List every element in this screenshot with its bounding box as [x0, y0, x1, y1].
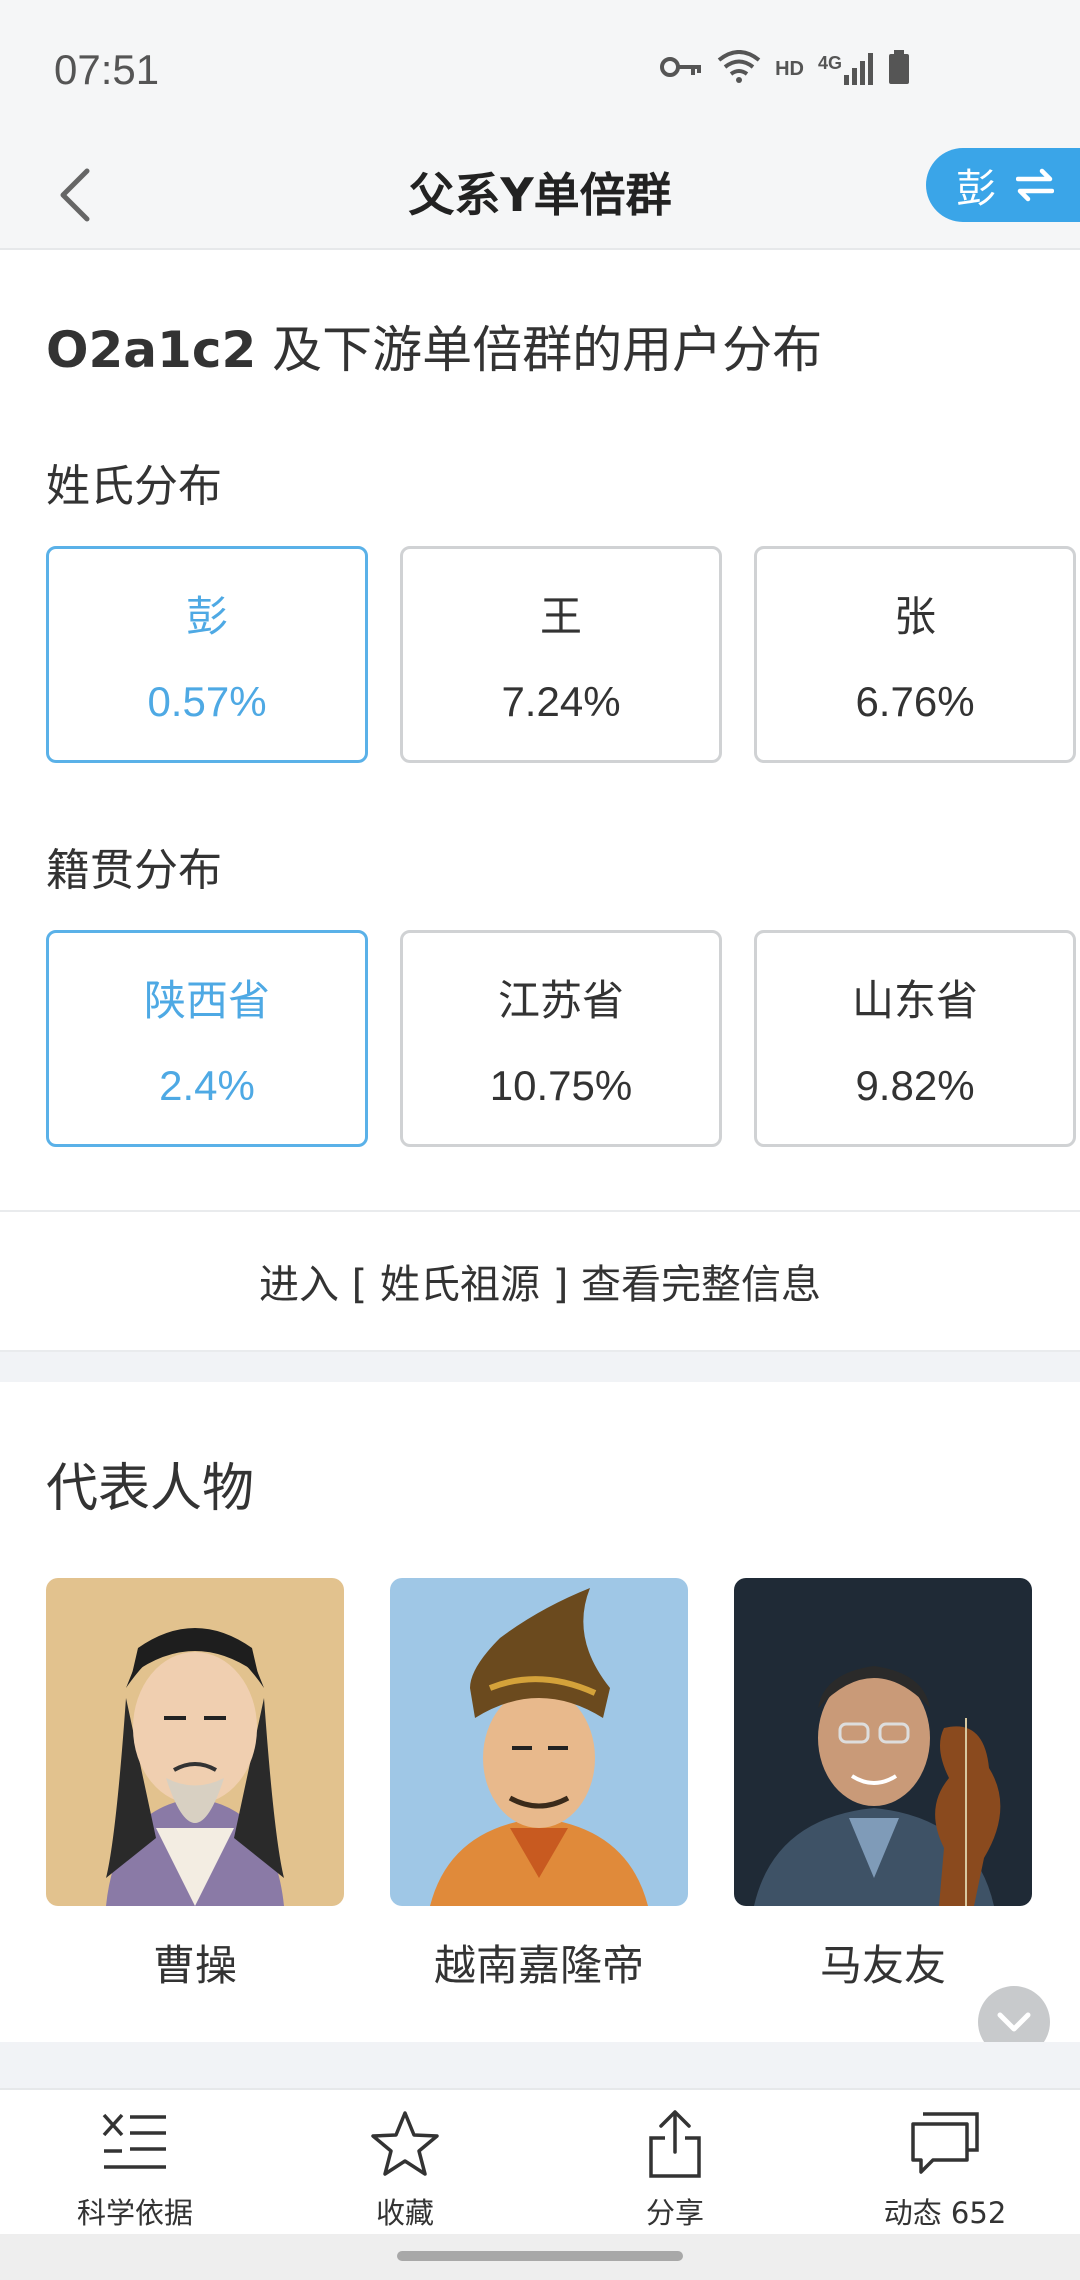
vpn-key-icon — [659, 54, 703, 84]
hd-indicator: HD — [775, 57, 804, 80]
tab-science-basis[interactable]: 科学依据 — [0, 2090, 270, 2234]
science-basis-icon — [95, 2104, 175, 2184]
swap-icon — [1016, 168, 1054, 202]
battery-icon — [888, 50, 910, 88]
status-icons: HD 4G — [659, 50, 910, 88]
origin-percentage: 10.75% — [489, 1062, 633, 1109]
section-divider — [0, 1350, 1080, 1382]
surname-distribution-label: 姓氏分布 — [46, 461, 222, 512]
surname-name: 彭 — [185, 592, 228, 641]
distribution-title: O2a1c2 及下游单倍群的用户分布 — [46, 310, 822, 382]
origin-name: 山东省 — [851, 976, 978, 1025]
tab-label: 动态 652 — [883, 2196, 1007, 2230]
origin-card[interactable]: 陕西省 2.4% — [46, 930, 368, 1147]
surname-percentage: 6.76% — [855, 678, 975, 725]
person-card[interactable]: 曹操 — [46, 1578, 344, 1993]
person-portrait — [734, 1578, 1032, 1906]
surname-switch-button[interactable]: 彭 — [926, 148, 1080, 222]
surname-card[interactable]: 张 6.76% — [754, 546, 1076, 763]
nav-bar: 父系Y单倍群 彭 — [0, 140, 1080, 250]
tab-label: 分享 — [645, 2196, 704, 2230]
home-gesture-bar[interactable] — [397, 2251, 683, 2261]
origin-card-row: 陕西省 2.4% 江苏省 10.75% 山东省 9.82% — [46, 930, 1076, 1147]
tab-favorite[interactable]: 收藏 — [270, 2090, 540, 2234]
origin-percentage: 9.82% — [855, 1062, 975, 1109]
star-icon — [365, 2104, 445, 2184]
surname-percentage: 0.57% — [147, 678, 267, 725]
tab-share[interactable]: 分享 — [540, 2090, 810, 2234]
surname-origin-link[interactable]: 进入 [ 姓氏祖源 ] 查看完整信息 — [0, 1210, 1080, 1350]
origin-distribution-label: 籍贯分布 — [46, 845, 222, 896]
signal-icon: 4G — [818, 53, 874, 85]
person-name: 马友友 — [819, 1941, 946, 1990]
bottom-action-bar: 科学依据 收藏 分享 动态 652 — [0, 2088, 1080, 2234]
person-name: 曹操 — [152, 1941, 237, 1990]
tab-label: 收藏 — [375, 2196, 434, 2230]
surname-name: 王 — [539, 592, 582, 641]
surname-percentage: 7.24% — [501, 678, 621, 725]
distribution-title-suffix: 及下游单倍群的用户分布 — [256, 321, 823, 379]
surname-card-row: 彭 0.57% 王 7.24% 张 6.76% — [46, 546, 1076, 763]
haplogroup-code: O2a1c2 — [46, 321, 257, 379]
tab-activity[interactable]: 动态 652 — [810, 2090, 1080, 2234]
person-portrait — [390, 1578, 688, 1906]
wifi-icon — [717, 50, 761, 88]
network-type: 4G — [817, 53, 842, 73]
origin-name: 江苏省 — [497, 976, 624, 1025]
origin-percentage: 2.4% — [159, 1062, 255, 1109]
comments-icon — [905, 2104, 985, 2184]
status-bar: 07:51 HD 4G — [0, 0, 1080, 140]
person-portrait — [46, 1578, 344, 1906]
status-time: 07:51 — [54, 46, 160, 93]
people-title: 代表人物 — [46, 1459, 255, 1519]
tab-label: 科学依据 — [76, 2196, 193, 2230]
surname-card[interactable]: 彭 0.57% — [46, 546, 368, 763]
origin-card[interactable]: 江苏省 10.75% — [400, 930, 722, 1147]
origin-card[interactable]: 山东省 9.82% — [754, 930, 1076, 1147]
surname-card[interactable]: 王 7.24% — [400, 546, 722, 763]
people-row: 曹操 越南嘉隆帝 马友友 — [46, 1578, 1032, 1993]
origin-name: 陕西省 — [143, 976, 270, 1025]
chevron-down-icon — [997, 2012, 1031, 2032]
person-card[interactable]: 越南嘉隆帝 — [390, 1578, 688, 1993]
share-icon — [635, 2104, 715, 2184]
representative-people-section: 代表人物 曹操 越南嘉隆帝 马友友 — [0, 1382, 1080, 2042]
section-divider — [0, 2042, 1080, 2088]
person-name: 越南嘉隆帝 — [433, 1941, 644, 1990]
distribution-section: O2a1c2 及下游单倍群的用户分布 姓氏分布 彭 0.57% 王 7.24% … — [0, 250, 1080, 1350]
surname-name: 张 — [893, 592, 936, 641]
person-card[interactable]: 马友友 — [734, 1578, 1032, 1993]
page-title: 父系Y单倍群 — [408, 168, 672, 222]
current-surname: 彭 — [956, 166, 996, 212]
